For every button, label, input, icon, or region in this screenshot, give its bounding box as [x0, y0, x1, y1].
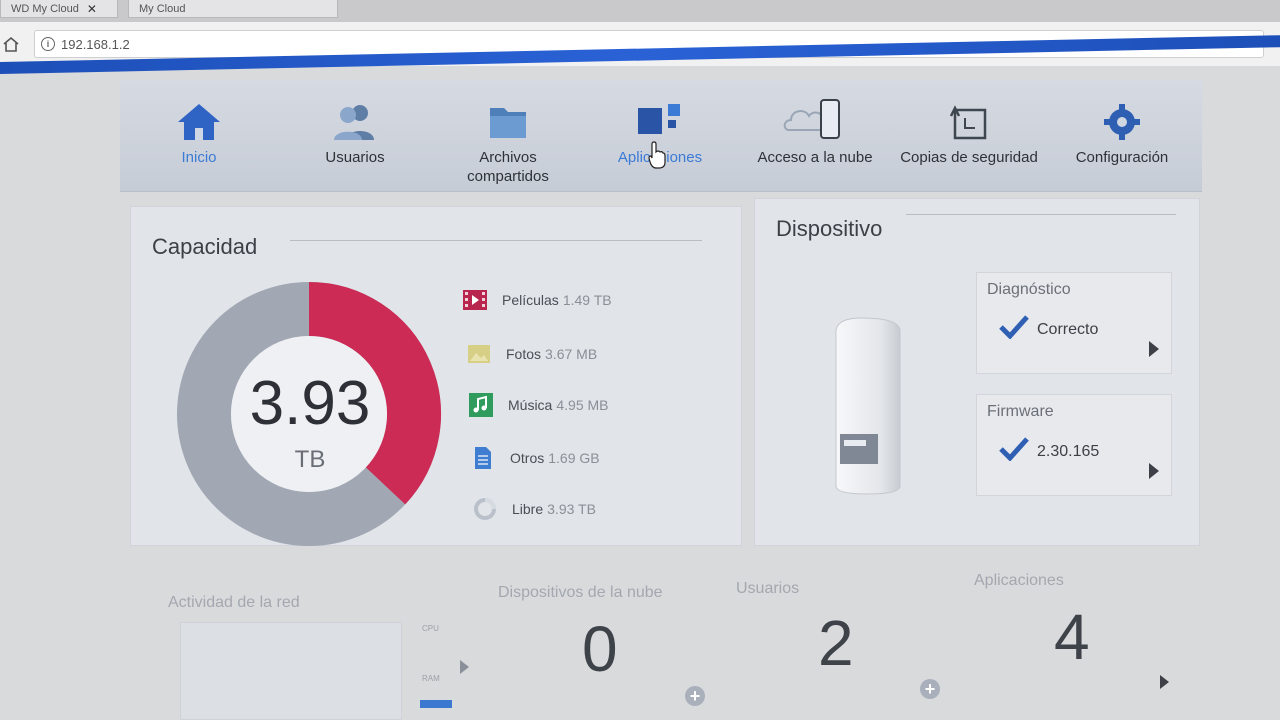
cpu-label: CPU — [422, 624, 439, 633]
nav-item-copias-seguridad[interactable]: Copias de seguridad — [894, 80, 1044, 192]
nav-label: Acceso a la nube — [757, 149, 873, 166]
nav-item-acceso-nube[interactable]: Acceso a la nube — [740, 80, 890, 192]
browser-tab-bar: WD My Cloud ✕ My Cloud — [0, 0, 1280, 22]
pie-free-icon — [472, 497, 498, 521]
diagnostics-card[interactable]: Diagnóstico Correcto — [976, 272, 1172, 374]
tab-title: My Cloud — [139, 2, 186, 15]
ram-label: RAM — [422, 674, 440, 683]
network-activity-chart — [180, 622, 402, 720]
users-count: 2 — [818, 607, 854, 679]
nas-device-image — [835, 317, 901, 495]
diagnostics-arrow-icon[interactable] — [1149, 341, 1159, 357]
gear-icon — [1102, 98, 1142, 142]
cloud-phone-icon — [783, 98, 847, 142]
diagnostics-status: Correcto — [999, 315, 1098, 344]
diagnostics-status-text: Correcto — [1037, 320, 1099, 338]
document-icon — [470, 446, 496, 470]
capacity-title: Capacidad — [152, 234, 258, 259]
capacity-total-unit: TB — [294, 446, 326, 473]
apps-stat-label: Aplicaciones — [974, 572, 1064, 589]
title-divider — [906, 214, 1176, 215]
device-title: Dispositivo — [776, 216, 883, 241]
legend-label: Libre — [512, 501, 544, 517]
firmware-arrow-icon[interactable] — [1149, 463, 1159, 479]
browser-tab-wd-my-cloud[interactable]: WD My Cloud ✕ — [0, 0, 118, 18]
main-navigation: Inicio Usuarios Archivos compartidos Apl… — [120, 80, 1202, 192]
cloud-devices-count: 0 — [582, 613, 618, 685]
legend-item-fotos: Fotos 3.67 MB — [466, 342, 597, 366]
checkmark-icon — [999, 315, 1029, 344]
add-cloud-device-icon[interactable]: + — [685, 686, 705, 706]
house-icon — [176, 98, 222, 142]
legend-item-libre: Libre 3.93 TB — [472, 497, 596, 521]
url-text: 192.168.1.2 — [61, 36, 130, 52]
nav-item-archivos-compartidos[interactable]: Archivos compartidos — [433, 80, 583, 192]
legend-label: Películas — [502, 292, 559, 308]
browser-tab-my-cloud[interactable]: My Cloud — [128, 0, 338, 18]
nav-label: Archivos compartidos — [467, 149, 549, 185]
legend-label: Música — [508, 397, 553, 413]
users-stat-label: Usuarios — [736, 580, 800, 597]
add-user-icon[interactable]: + — [920, 679, 940, 699]
legend-value: 3.93 TB — [547, 501, 596, 517]
title-divider — [290, 240, 702, 241]
music-icon — [468, 393, 494, 417]
backup-icon — [947, 98, 991, 142]
network-activity-label: Actividad de la red — [168, 594, 300, 611]
legend-label: Otros — [510, 450, 545, 466]
users-icon — [330, 98, 380, 142]
legend-value: 1.49 TB — [562, 292, 612, 308]
apps-arrow-icon[interactable] — [1160, 675, 1169, 689]
info-icon[interactable]: i — [41, 37, 55, 51]
apps-icon — [632, 98, 688, 142]
legend-item-peliculas: Películas 1.49 TB — [462, 288, 612, 312]
nav-item-inicio[interactable]: Inicio — [124, 80, 274, 192]
capacity-total-value: 3.93 — [249, 369, 371, 438]
firmware-card[interactable]: Firmware 2.30.165 — [976, 394, 1172, 496]
folder-icon — [486, 98, 530, 142]
cloud-devices-label: Dispositivos de la nube — [498, 584, 663, 601]
nav-label: Copias de seguridad — [900, 149, 1038, 166]
legend-value: 3.67 MB — [545, 346, 598, 362]
photo-icon — [466, 342, 492, 366]
nav-item-aplicaciones[interactable]: Aplicaciones — [585, 80, 735, 192]
legend-item-otros: Otros 1.69 GB — [470, 446, 600, 470]
cpu-ram-indicator: CPU RAM — [416, 620, 456, 720]
nav-label: Usuarios — [325, 149, 385, 166]
firmware-version-row: 2.30.165 — [999, 437, 1099, 466]
legend-value: 4.95 MB — [556, 397, 609, 413]
mouse-cursor-icon — [648, 140, 666, 175]
legend-value: 1.69 GB — [548, 450, 600, 466]
nav-label: Inicio — [181, 149, 217, 166]
nav-label: Configuración — [1075, 149, 1169, 166]
diagnostics-label: Diagnóstico — [987, 281, 1071, 298]
apps-count: 4 — [1054, 601, 1090, 673]
close-tab-icon[interactable]: ✕ — [87, 2, 97, 16]
tab-title: WD My Cloud — [11, 2, 79, 15]
legend-item-musica: Música 4.95 MB — [468, 393, 609, 417]
firmware-version-text: 2.30.165 — [1037, 442, 1100, 460]
home-icon[interactable] — [2, 36, 20, 52]
ram-usage-bar — [420, 700, 452, 708]
firmware-label: Firmware — [987, 403, 1054, 420]
nav-item-usuarios[interactable]: Usuarios — [280, 80, 430, 192]
film-icon — [462, 288, 488, 312]
network-arrow-icon[interactable] — [460, 660, 469, 674]
legend-label: Fotos — [506, 346, 542, 362]
checkmark-icon — [999, 437, 1029, 466]
nav-item-configuracion[interactable]: Configuración — [1048, 80, 1196, 192]
